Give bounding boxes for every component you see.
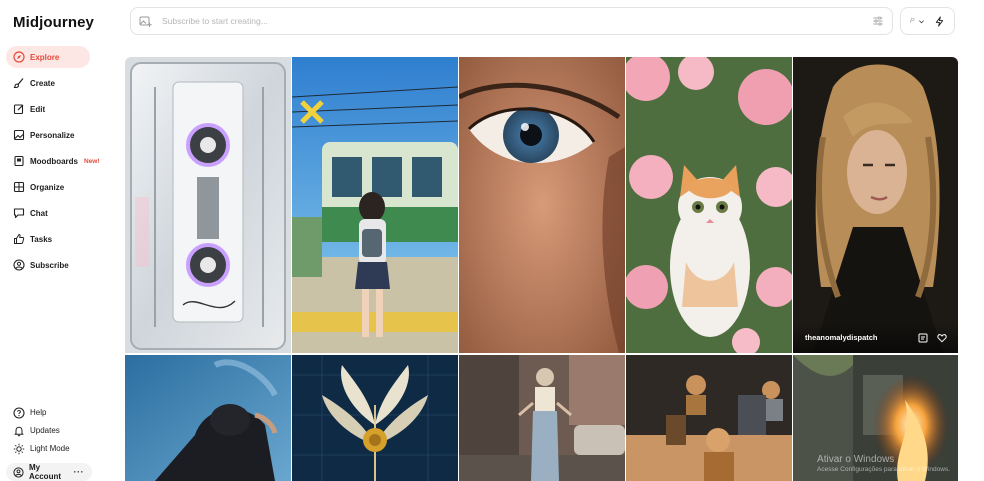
sidebar-item-moodboards[interactable]: Moodboards New!: [6, 150, 100, 172]
sidebar-item-label: Personalize: [30, 130, 75, 140]
gallery-image-lego-figures[interactable]: [626, 355, 792, 481]
subscribe-icon: [13, 259, 25, 271]
sidebar-item-tasks[interactable]: Tasks: [6, 228, 90, 250]
personalize-icon: [13, 129, 25, 141]
prompt-bar: [130, 7, 893, 35]
heart-icon[interactable]: [937, 333, 947, 343]
new-badge: New!: [84, 157, 100, 165]
personalization-toggle[interactable]: P: [910, 18, 925, 25]
gallery-image-botanical-blueprint[interactable]: [292, 355, 458, 481]
toolbar-tools: P: [900, 7, 955, 35]
brush-icon: [13, 77, 25, 89]
personalization-label: P: [909, 17, 915, 25]
sidebar-item-label: Tasks: [30, 234, 53, 244]
sidebar-item-light-mode[interactable]: Light Mode: [6, 441, 96, 456]
settings-sliders-icon[interactable]: [872, 15, 884, 27]
sidebar-nav: Explore Create Edit Personalize Moodboar…: [6, 46, 100, 280]
grid-icon: [13, 181, 25, 193]
sidebar-item-label: Edit: [30, 104, 46, 114]
sidebar-item-explore[interactable]: Explore: [6, 46, 90, 68]
account-button[interactable]: My Account ···: [6, 463, 92, 481]
chat-icon: [13, 207, 25, 219]
sidebar-item-label: Explore: [30, 52, 60, 62]
sidebar-item-label: Subscribe: [30, 260, 69, 270]
sidebar-item-label: Create: [30, 78, 55, 88]
gallery-image-kitten-roses[interactable]: [626, 57, 792, 353]
sidebar-item-label: Chat: [30, 208, 48, 218]
sidebar-item-label: Moodboards: [30, 156, 78, 166]
fast-mode-button[interactable]: [934, 15, 945, 27]
explore-gallery: theanomalydispatch Ativar o Windows Aces…: [125, 57, 958, 481]
sidebar-item-label: Updates: [30, 426, 60, 435]
gallery-image-portrait-hover[interactable]: theanomalydispatch: [793, 57, 958, 353]
sidebar-item-label: Help: [30, 408, 47, 417]
more-icon[interactable]: ···: [74, 467, 85, 477]
sidebar-item-personalize[interactable]: Personalize: [6, 124, 90, 146]
sidebar-item-create[interactable]: Create: [6, 72, 90, 94]
watermark-title: Ativar o Windows: [817, 454, 895, 465]
moodboard-icon: [13, 155, 25, 167]
image-author[interactable]: theanomalydispatch: [805, 333, 878, 342]
watermark-subtitle: Acesse Configurações para ativar o Windo…: [817, 466, 950, 473]
sidebar-item-label: Organize: [30, 182, 65, 192]
gallery-image-anime-train[interactable]: [292, 57, 458, 353]
windows-activation-watermark: Ativar o Windows Acesse Configurações pa…: [817, 454, 950, 473]
image-actions: [918, 333, 947, 343]
sun-icon: [13, 443, 25, 455]
chevron-down-icon: [918, 19, 924, 23]
edit-icon: [13, 103, 25, 115]
bell-icon: [13, 425, 25, 437]
sidebar-item-chat[interactable]: Chat: [6, 202, 90, 224]
image-add-icon[interactable]: [139, 15, 152, 28]
help-icon: [13, 406, 25, 419]
gallery-image-cassette[interactable]: [125, 57, 291, 353]
sidebar-item-subscribe[interactable]: Subscribe: [6, 254, 90, 276]
account-label: My Account: [29, 463, 61, 481]
prompt-input[interactable]: [160, 15, 872, 27]
sidebar-item-organize[interactable]: Organize: [6, 176, 90, 198]
gallery-image-hooded-figure[interactable]: [125, 355, 291, 481]
gallery-image-fire-building[interactable]: Ativar o Windows Acesse Configurações pa…: [793, 355, 958, 481]
open-image-icon[interactable]: [918, 333, 928, 343]
lightning-icon: [935, 15, 944, 27]
gallery-image-vintage-street[interactable]: [459, 355, 625, 481]
sidebar-item-label: Light Mode: [30, 444, 70, 453]
sidebar-item-edit[interactable]: Edit: [6, 98, 90, 120]
thumbs-up-icon: [13, 233, 25, 245]
avatar: [13, 466, 24, 478]
gallery-image-eye-closeup[interactable]: [459, 57, 625, 353]
sidebar-item-updates[interactable]: Updates: [6, 423, 96, 438]
sidebar-item-help[interactable]: Help: [6, 405, 96, 420]
app-logo[interactable]: Midjourney: [13, 14, 94, 31]
compass-icon: [13, 51, 25, 63]
sidebar-bottom: Help Updates Light Mode: [6, 405, 96, 459]
